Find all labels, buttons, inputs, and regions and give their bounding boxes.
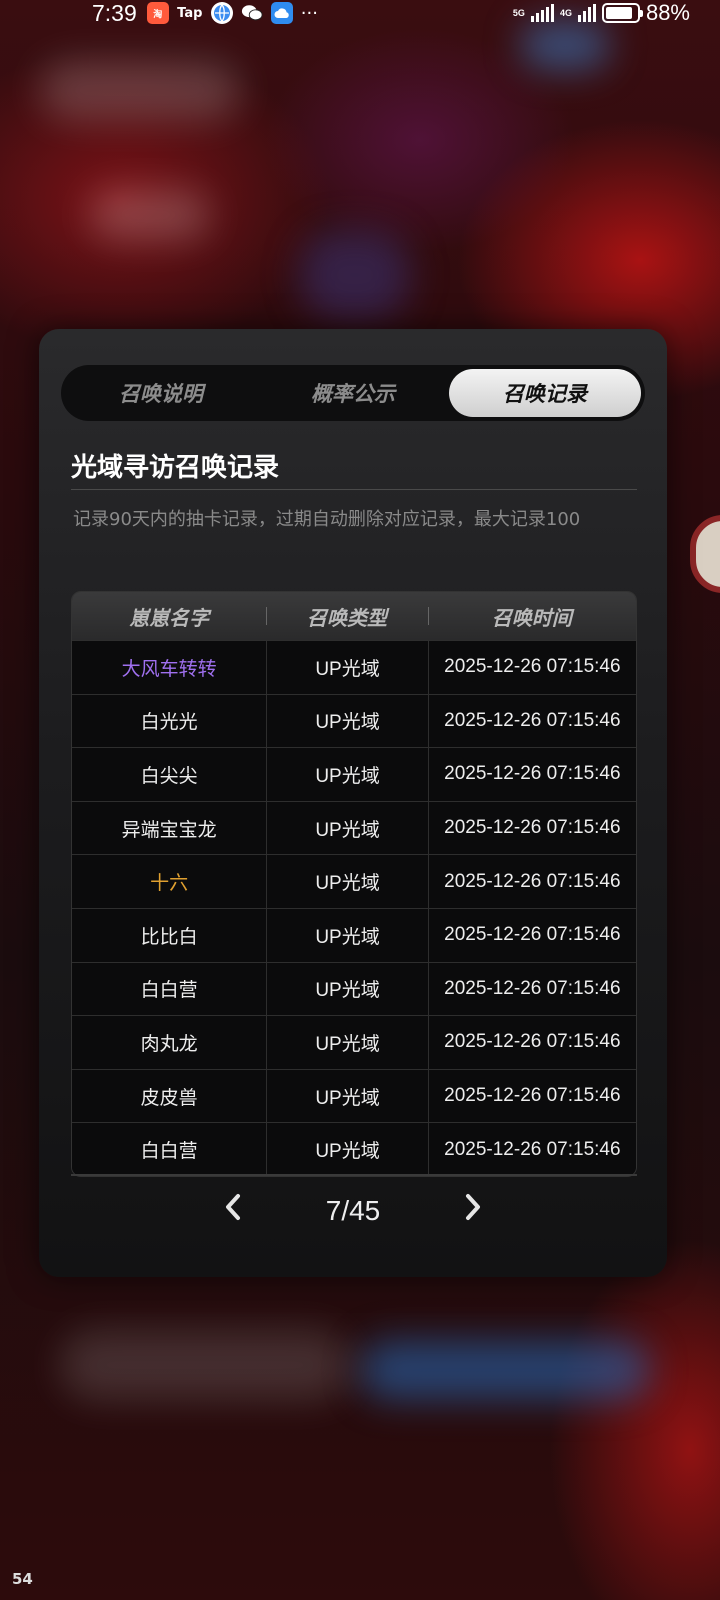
table-row: 十六 UP光域 2025-12-26 07:15:46: [72, 854, 636, 908]
table-row: 白白营 UP光域 2025-12-26 07:15:46: [72, 1122, 636, 1176]
row-name: 十六: [150, 873, 189, 895]
corner-counter: 54: [12, 1570, 33, 1588]
row-time: 2025-12-26 07:15:46: [427, 908, 636, 962]
tab-summon-info[interactable]: 召唤说明: [65, 369, 257, 417]
page-indicator: 7/45: [325, 1195, 381, 1226]
battery-icon: [601, 3, 643, 23]
row-type: UP光域: [266, 855, 427, 908]
row-name: 皮皮兽: [140, 1087, 198, 1109]
column-header-time: 召唤时间: [427, 592, 636, 640]
row-type: UP光域: [266, 1123, 427, 1176]
row-type: UP光域: [266, 748, 427, 801]
row-name: 白尖尖: [140, 765, 198, 787]
row-name: 白白营: [140, 980, 198, 1002]
status-time: 7:39: [92, 0, 137, 26]
tap-icon: Tap: [177, 5, 203, 21]
row-type: UP光域: [266, 801, 427, 855]
row-type: UP光域: [266, 908, 427, 962]
row-name: 白白营: [140, 1141, 198, 1163]
record-table: 崽崽名字 召唤类型 召唤时间 大风车转转 UP光域 2025-12-26 07:15…: [71, 591, 637, 1177]
taobao-icon: 淘: [146, 2, 169, 24]
pager-divider: [71, 1174, 637, 1176]
chevron-left-icon[interactable]: [213, 1192, 253, 1230]
table-row: 白白营 UP光域 2025-12-26 07:15:46: [72, 961, 636, 1016]
table-row: 白光光 UP光域 2025-12-26 07:15:46: [72, 693, 636, 748]
battery-percent: 88%: [645, 0, 690, 25]
row-name: 比比白: [140, 926, 198, 948]
record-description: 记录90天内的抽卡记录，过期自动删除对应记录，最大记录100: [73, 509, 581, 530]
status-bar: 7:39 淘 Tap ··· 5G 4G 88%: [0, 0, 720, 26]
row-time: 2025-12-26 07:15:46: [427, 694, 636, 748]
table-row: 白尖尖 UP光域 2025-12-26 07:15:46: [72, 747, 636, 801]
signal-icon: [530, 4, 554, 22]
wechat-icon: [241, 2, 263, 24]
table-header: 崽崽名字 召唤类型 召唤时间: [72, 592, 636, 640]
row-time: 2025-12-26 07:15:46: [427, 1123, 636, 1176]
row-time: 2025-12-26 07:15:46: [427, 641, 636, 694]
column-header-type: 召唤类型: [266, 592, 427, 640]
row-name: 异端宝宝龙: [121, 819, 217, 841]
chevron-right-icon[interactable]: [453, 1192, 493, 1230]
row-type: UP光域: [266, 1016, 427, 1069]
table-row: 肉丸龙 UP光域 2025-12-26 07:15:46: [72, 1015, 636, 1069]
table-row: 异端宝宝龙 UP光域 2025-12-26 07:15:46: [72, 800, 636, 855]
row-name: 肉丸龙: [140, 1033, 198, 1055]
table-body: 大风车转转 UP光域 2025-12-26 07:15:46 白光光 UP光域 2025…: [72, 640, 636, 1176]
pagination: 7/45: [39, 1181, 667, 1241]
row-time: 2025-12-26 07:15:46: [427, 962, 636, 1016]
row-type: UP光域: [266, 694, 427, 748]
row-time: 2025-12-26 07:15:46: [427, 801, 636, 855]
tab-bar: 召唤说明 概率公示 召唤记录: [61, 365, 645, 421]
signal-icon: [577, 4, 596, 22]
title-divider: [71, 489, 637, 490]
browser-icon: [210, 2, 233, 24]
tab-probability[interactable]: 概率公示: [257, 369, 449, 417]
row-time: 2025-12-26 07:15:46: [427, 1069, 636, 1123]
more-notifications-icon: ···: [300, 2, 318, 24]
row-time: 2025-12-26 07:15:46: [427, 1016, 636, 1069]
table-row: 比比白 UP光域 2025-12-26 07:15:46: [72, 907, 636, 962]
row-name: 白光光: [140, 712, 198, 734]
row-type: UP光域: [266, 641, 427, 694]
net-4g-label: 4G: [559, 8, 572, 18]
row-name: 大风车转转: [121, 658, 217, 680]
summon-record-panel: 召唤说明 概率公示 召唤记录 光域寻访召唤记录 记录90天内的抽卡记录，过期自动…: [39, 329, 667, 1277]
notification-icons: 淘 Tap ···: [146, 2, 318, 24]
page-title: 光域寻访召唤记录: [71, 453, 280, 483]
table-row: 大风车转转 UP光域 2025-12-26 07:15:46: [72, 640, 636, 694]
row-time: 2025-12-26 07:15:46: [427, 748, 636, 801]
net-5g-label: 5G: [512, 8, 525, 18]
cloud-icon: [270, 2, 293, 24]
table-row: 皮皮兽 UP光域 2025-12-26 07:15:46: [72, 1068, 636, 1123]
row-type: UP光域: [266, 962, 427, 1016]
row-time: 2025-12-26 07:15:46: [427, 855, 636, 908]
row-type: UP光域: [266, 1069, 427, 1123]
column-header-name: 崽崽名字: [129, 605, 210, 630]
tab-summon-record[interactable]: 召唤记录: [449, 369, 641, 417]
